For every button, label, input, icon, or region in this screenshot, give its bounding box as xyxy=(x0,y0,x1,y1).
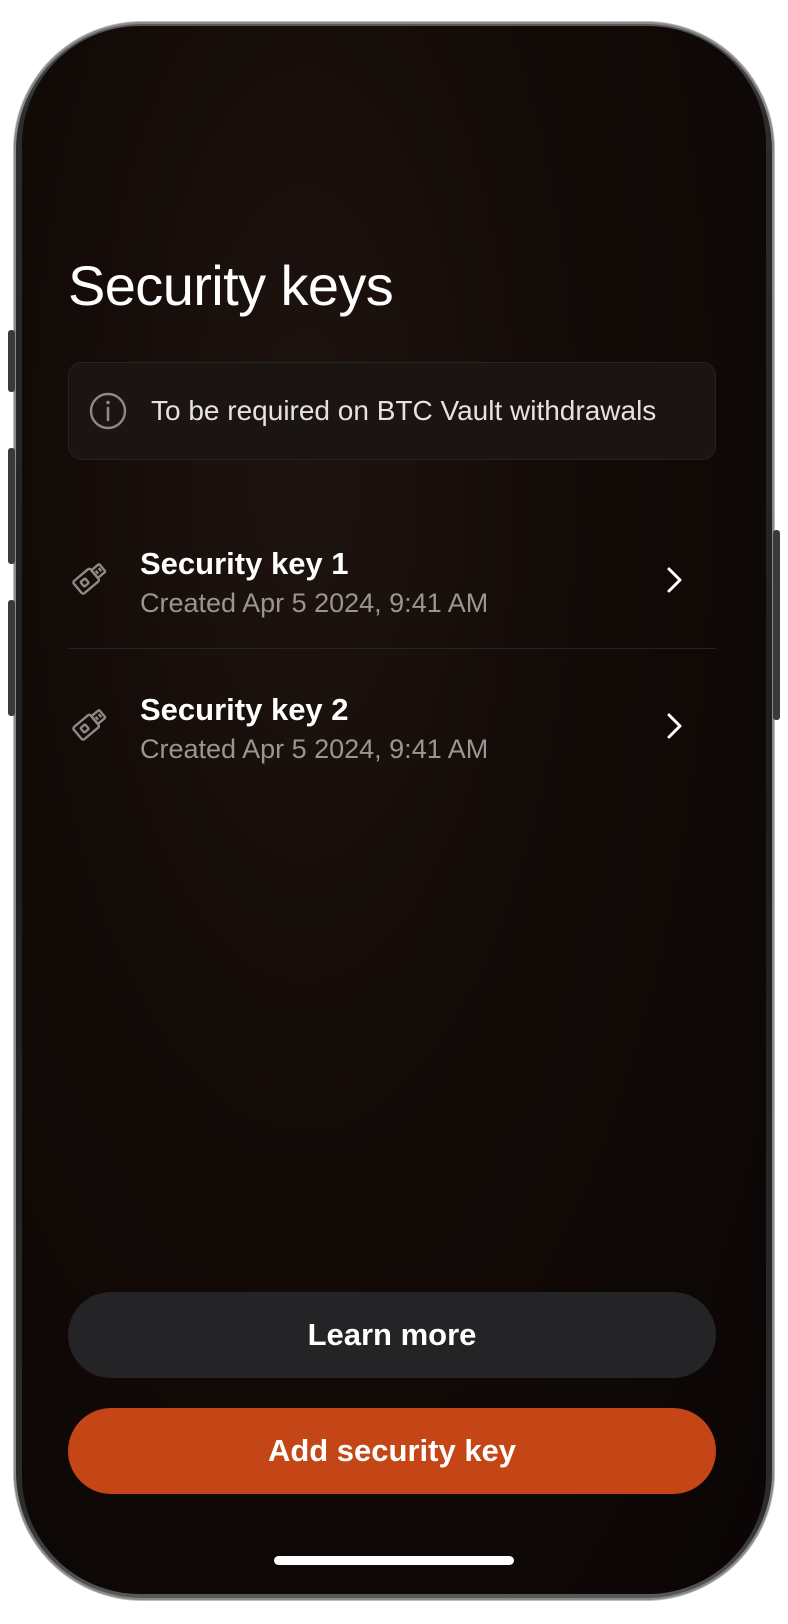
volume-up-button xyxy=(8,448,15,564)
power-button xyxy=(773,530,780,720)
info-banner: To be required on BTC Vault withdrawals xyxy=(68,362,716,460)
security-key-created-date: Created Apr 5 2024, 9:41 AM xyxy=(140,734,489,764)
chevron-right-icon xyxy=(667,713,682,739)
usb-key-icon xyxy=(72,709,107,741)
action-button xyxy=(8,330,15,392)
add-security-key-button[interactable]: Add security key xyxy=(68,1408,716,1494)
usb-key-icon xyxy=(72,563,107,595)
security-key-row[interactable]: Security key 1 Created Apr 5 2024, 9:41 … xyxy=(68,526,716,646)
chevron-right-icon xyxy=(667,567,682,593)
learn-more-button[interactable]: Learn more xyxy=(68,1292,716,1378)
info-banner-text: To be required on BTC Vault withdrawals xyxy=(151,395,657,426)
security-key-name: Security key 1 xyxy=(140,546,349,581)
security-key-row[interactable]: Security key 2 Created Apr 5 2024, 9:41 … xyxy=(68,672,716,792)
volume-down-button xyxy=(8,600,15,716)
security-key-created-date: Created Apr 5 2024, 9:41 AM xyxy=(140,588,489,618)
page-title: Security keys xyxy=(68,254,394,317)
app-screen: Security keys To be required on BTC Vaul… xyxy=(22,26,766,1594)
info-icon xyxy=(89,392,127,430)
security-key-name: Security key 2 xyxy=(140,692,349,727)
row-divider xyxy=(68,648,716,649)
home-indicator[interactable] xyxy=(274,1556,514,1565)
